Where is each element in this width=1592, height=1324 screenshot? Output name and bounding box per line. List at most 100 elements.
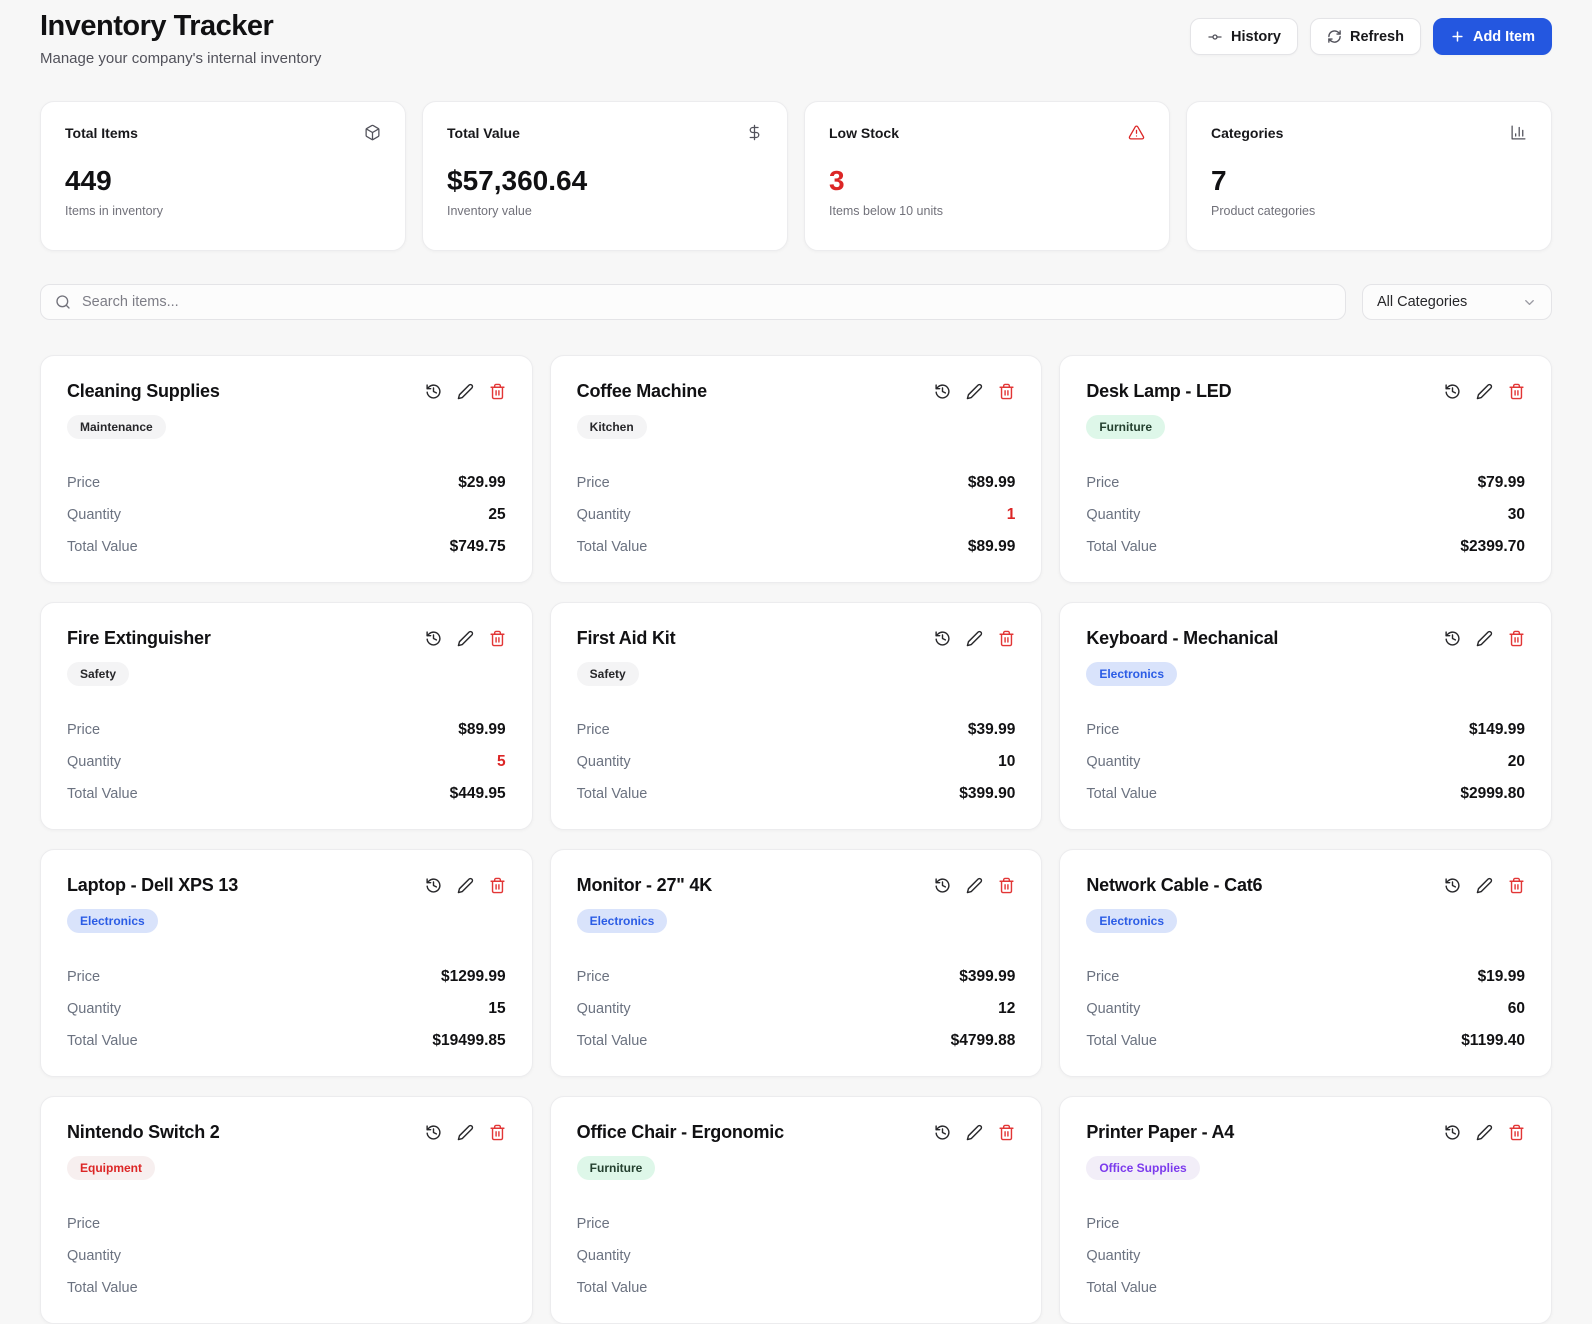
item-delete-button[interactable] — [489, 383, 506, 400]
price-label: Price — [67, 1216, 100, 1232]
item-history-button[interactable] — [425, 877, 442, 894]
bar-chart-icon — [1510, 124, 1527, 141]
item-edit-button[interactable] — [1476, 1124, 1493, 1141]
total-value-label: Total Value — [577, 786, 648, 802]
edit-icon — [1476, 877, 1493, 894]
item-name: First Aid Kit — [577, 628, 676, 649]
total-value-label: Total Value — [67, 1280, 138, 1296]
total-value-label: Total Value — [67, 786, 138, 802]
item-delete-button[interactable] — [998, 877, 1015, 894]
quantity-label: Quantity — [67, 1248, 121, 1264]
total-value-label: Total Value — [577, 1033, 648, 1049]
item-name: Office Chair - Ergonomic — [577, 1122, 784, 1143]
inventory-item-card: Printer Paper - A4 Office Supplies Price — [1059, 1096, 1552, 1324]
item-history-button[interactable] — [1444, 383, 1461, 400]
price-label: Price — [67, 722, 100, 738]
item-history-button[interactable] — [934, 630, 951, 647]
history-icon — [934, 1124, 951, 1141]
stat-value: 7 — [1211, 165, 1527, 197]
item-delete-button[interactable] — [1508, 383, 1525, 400]
stat-label: Total Value — [447, 125, 520, 141]
edit-icon — [457, 383, 474, 400]
item-history-button[interactable] — [425, 630, 442, 647]
history-icon — [1444, 1124, 1461, 1141]
item-delete-button[interactable] — [1508, 877, 1525, 894]
quantity-label: Quantity — [67, 754, 121, 770]
item-edit-button[interactable] — [966, 1124, 983, 1141]
price-label: Price — [577, 969, 610, 985]
item-edit-button[interactable] — [457, 1124, 474, 1141]
price-label: Price — [577, 475, 610, 491]
item-edit-button[interactable] — [1476, 630, 1493, 647]
quantity-label: Quantity — [577, 507, 631, 523]
inventory-item-card: Office Chair - Ergonomic Furniture Price — [550, 1096, 1043, 1324]
item-history-button[interactable] — [934, 383, 951, 400]
category-filter-value: All Categories — [1377, 294, 1467, 310]
search-box — [40, 284, 1346, 320]
item-edit-button[interactable] — [457, 877, 474, 894]
item-delete-button[interactable] — [489, 630, 506, 647]
total-value: $399.90 — [959, 785, 1015, 803]
item-name: Monitor - 27" 4K — [577, 875, 712, 896]
item-category-badge: Office Supplies — [1086, 1156, 1199, 1180]
total-value-label: Total Value — [67, 539, 138, 555]
delete-icon — [1508, 630, 1525, 647]
item-delete-button[interactable] — [489, 877, 506, 894]
item-history-button[interactable] — [1444, 630, 1461, 647]
item-category-badge: Equipment — [67, 1156, 155, 1180]
quantity-label: Quantity — [1086, 507, 1140, 523]
stat-label: Categories — [1211, 125, 1283, 141]
item-delete-button[interactable] — [998, 383, 1015, 400]
stat-card: Total Value $57,360.64 Inventory value — [422, 101, 788, 251]
item-delete-button[interactable] — [998, 1124, 1015, 1141]
item-category-badge: Electronics — [1086, 662, 1177, 686]
item-history-button[interactable] — [1444, 877, 1461, 894]
stat-sublabel: Product categories — [1211, 204, 1527, 218]
git-commit-icon — [1207, 29, 1223, 45]
item-edit-button[interactable] — [457, 630, 474, 647]
item-edit-button[interactable] — [966, 877, 983, 894]
quantity-label: Quantity — [67, 507, 121, 523]
add-item-button[interactable]: Add Item — [1433, 18, 1552, 55]
inventory-item-card: Fire Extinguisher Safety Price $89.99 Qu — [40, 602, 533, 830]
item-delete-button[interactable] — [998, 630, 1015, 647]
price-value: $1299.99 — [441, 968, 506, 986]
stat-sublabel: Inventory value — [447, 204, 763, 218]
item-name: Printer Paper - A4 — [1086, 1122, 1234, 1143]
item-delete-button[interactable] — [1508, 630, 1525, 647]
search-input[interactable] — [82, 294, 1331, 310]
price-label: Price — [67, 969, 100, 985]
item-name: Network Cable - Cat6 — [1086, 875, 1262, 896]
item-edit-button[interactable] — [966, 383, 983, 400]
item-history-button[interactable] — [425, 1124, 442, 1141]
history-button[interactable]: History — [1190, 18, 1298, 55]
item-history-button[interactable] — [425, 383, 442, 400]
chevron-down-icon — [1522, 295, 1537, 310]
item-history-button[interactable] — [934, 1124, 951, 1141]
inventory-item-card: Desk Lamp - LED Furniture Price $79.99 Q — [1059, 355, 1552, 583]
price-value: $79.99 — [1478, 474, 1525, 492]
total-value: $449.95 — [450, 785, 506, 803]
category-filter-dropdown[interactable]: All Categories — [1362, 284, 1552, 320]
page-header: Inventory Tracker Manage your company's … — [40, 10, 1552, 67]
search-icon — [55, 294, 71, 310]
item-edit-button[interactable] — [1476, 877, 1493, 894]
item-history-button[interactable] — [934, 877, 951, 894]
delete-icon — [489, 383, 506, 400]
delete-icon — [998, 877, 1015, 894]
price-label: Price — [577, 1216, 610, 1232]
item-history-button[interactable] — [1444, 1124, 1461, 1141]
price-value: $89.99 — [458, 721, 505, 739]
item-edit-button[interactable] — [966, 630, 983, 647]
item-name: Coffee Machine — [577, 381, 707, 402]
quantity-value: 30 — [1508, 506, 1525, 524]
dollar-icon — [746, 124, 763, 141]
edit-icon — [966, 1124, 983, 1141]
item-edit-button[interactable] — [1476, 383, 1493, 400]
item-edit-button[interactable] — [457, 383, 474, 400]
refresh-button[interactable]: Refresh — [1310, 18, 1421, 55]
edit-icon — [1476, 1124, 1493, 1141]
quantity-label: Quantity — [1086, 1248, 1140, 1264]
item-delete-button[interactable] — [1508, 1124, 1525, 1141]
item-delete-button[interactable] — [489, 1124, 506, 1141]
